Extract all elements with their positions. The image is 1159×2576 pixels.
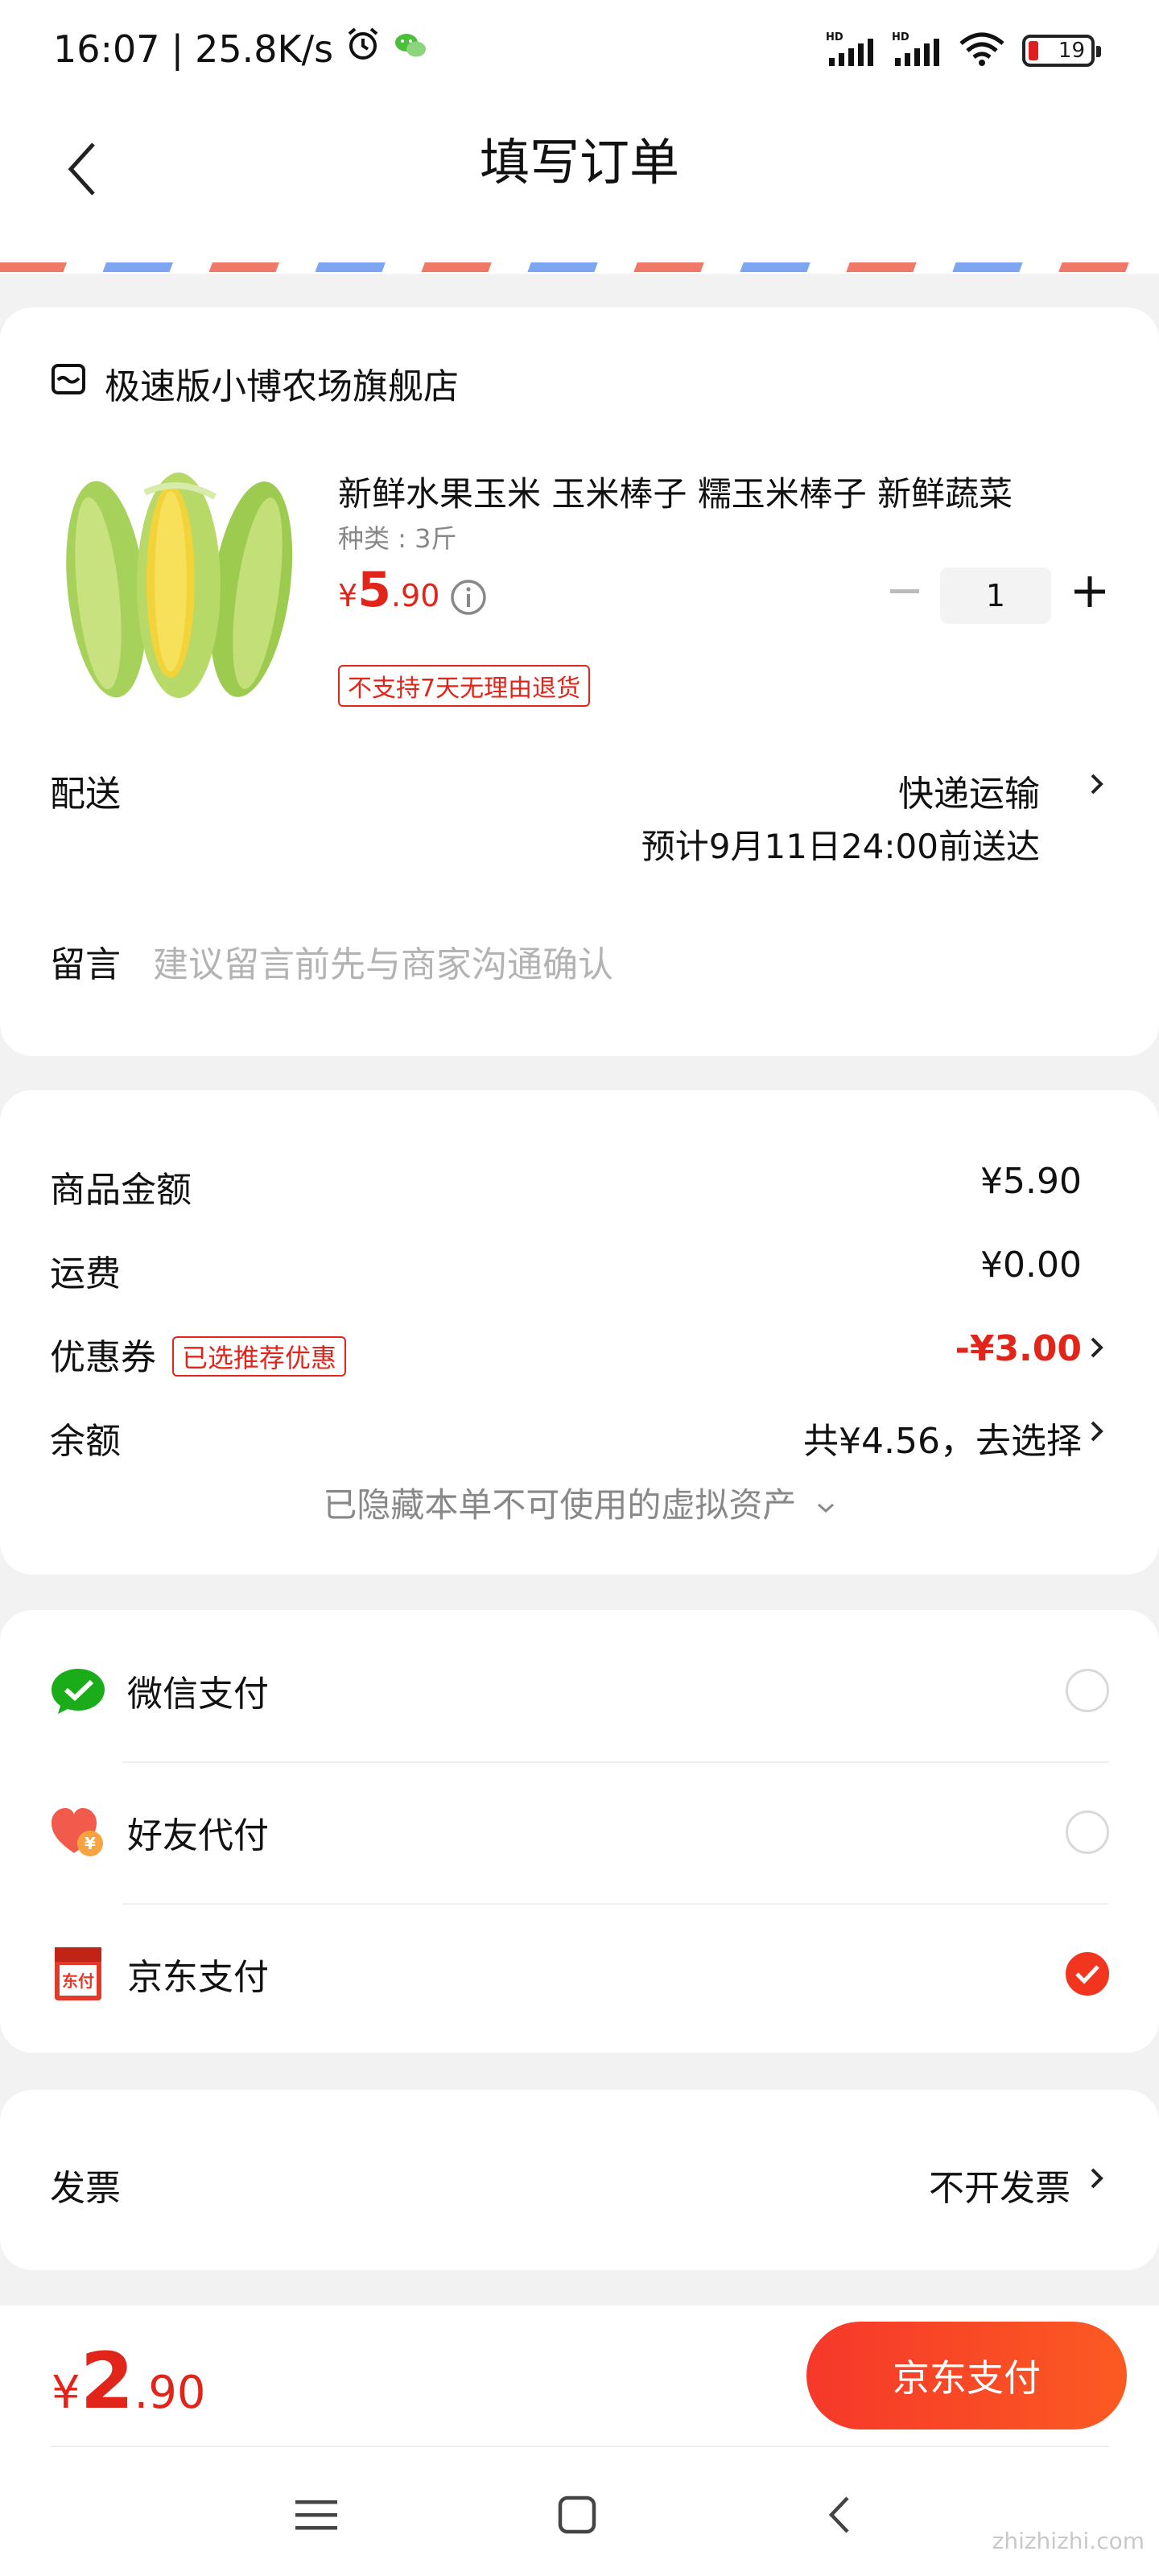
battery-level: 19 [1058,39,1085,63]
chevron-right-icon[interactable] [1085,1415,1109,1447]
status-bar: 16:07 | 25.8K/s HD HD 19 [0,0,1159,105]
checkout-bar: ¥ 2 .90 京东支付 [0,2306,1159,2576]
coupon-label: 优惠券 [50,1337,156,1378]
chevron-right-icon[interactable] [1085,1331,1109,1364]
nav-bar: 填写订单 [0,105,1159,233]
menu-icon[interactable] [280,2483,353,2547]
payment-option-wechat[interactable]: 微信支付 [50,1620,1109,1761]
payment-label: 好友代付 [127,1815,269,1856]
delivery-eta: 预计9月11日24:00前送达 [641,827,1040,866]
watermark: zhizhizhi.com [992,2528,1145,2554]
shipping-label: 运费 [50,1253,121,1294]
message-input[interactable]: 建议留言前先与商家沟通确认 [153,935,613,987]
balance-value[interactable]: 共¥4.56，去选择 [803,1412,1082,1463]
delivery-method[interactable]: 快递运输 [898,765,1040,816]
price-summary-card: 商品金额 ¥5.90 运费 ¥0.00 优惠券 已选推荐优惠 -¥3.00 余额 … [0,1090,1159,1575]
status-time: 16:07 [53,27,160,71]
chevron-right-icon[interactable] [1085,2162,1109,2194]
wifi-icon [958,31,1006,71]
submit-pay-button[interactable]: 京东支付 [806,2322,1127,2429]
status-separator: | [171,27,184,71]
shipping-value: ¥0.00 [980,1245,1082,1286]
return-policy-badge: 不支持7天无理由退货 [338,665,591,707]
price-currency: ¥ [338,578,358,613]
shop-name: 极速版小博农场旗舰店 [105,366,459,407]
status-right: HD HD 19 [826,31,1101,71]
quantity-input[interactable]: 1 [940,568,1051,624]
jd-pay-icon: 东付 [50,1946,106,2002]
total-currency: ¥ [52,2367,80,2419]
friend-pay-icon: ¥ [50,1804,106,1860]
payment-method-card: 微信支付 ¥ 好友代付 东付 京东支付 [0,1610,1159,2053]
price-integer: 5 [357,562,391,618]
check-icon [1075,1965,1099,1984]
shop-header[interactable]: 极速版小博农场旗舰店 [50,357,459,409]
status-network-speed: 25.8K/s [195,27,334,71]
signal-hd-icon: HD [826,31,876,71]
svg-text:HD: HD [892,31,909,43]
store-icon [50,361,87,407]
payment-radio-unchecked[interactable] [1066,1810,1109,1854]
invoice-value[interactable]: 不开发票 [929,2159,1070,2211]
payment-radio-unchecked[interactable] [1066,1669,1109,1712]
svg-text:¥: ¥ [85,1834,96,1853]
message-label: 留言 [50,944,121,985]
payment-label: 京东支付 [127,1957,269,1998]
goods-amount-value: ¥5.90 [980,1161,1082,1202]
total-price: ¥ 2 .90 [52,2336,206,2426]
status-left: 16:07 | 25.8K/s [53,26,428,72]
invoice-card[interactable]: 发票 不开发票 [0,2090,1159,2270]
coupon-row[interactable]: 优惠券 已选推荐优惠 [50,1328,347,1380]
balance-label: 余额 [50,1421,121,1462]
signal-hd-icon: HD [892,31,942,71]
wechat-pay-icon [50,1662,106,1719]
chevron-right-icon[interactable] [1085,768,1109,800]
coupon-tag: 已选推荐优惠 [172,1336,347,1377]
product-spec: 种类 : 3斤 [338,523,457,554]
svg-text:东付: 东付 [62,1971,94,1991]
quantity-decrease-button[interactable] [881,564,929,620]
product-title[interactable]: 新鲜水果玉米 玉米棒子 糯玉米棒子 新鲜蔬菜 [338,467,1103,516]
payment-option-friend[interactable]: ¥ 好友代付 [50,1761,1109,1903]
price-info-icon[interactable] [449,578,488,620]
total-decimal: .90 [134,2367,206,2419]
payment-radio-checked[interactable] [1066,1952,1109,1996]
price-decimal: .90 [390,578,440,613]
payment-label: 微信支付 [127,1674,269,1715]
system-back-icon[interactable] [803,2483,876,2547]
address-envelope-border [0,233,1159,274]
page-title: 填写订单 [479,133,679,192]
wechat-icon [393,27,428,71]
total-integer: 2 [80,2336,134,2426]
hidden-assets-text: 已隐藏本单不可使用的虚拟资产 [323,1485,797,1525]
goods-amount-label: 商品金额 [50,1170,192,1211]
product-image[interactable] [50,460,307,710]
airmail-stripe [0,262,1159,272]
home-icon[interactable] [541,2483,613,2547]
alarm-icon [344,26,382,72]
payment-option-jd[interactable]: 东付 京东支付 [50,1903,1109,2045]
quantity-increase-button[interactable] [1064,564,1116,620]
hidden-assets-toggle[interactable]: 已隐藏本单不可使用的虚拟资产 [0,1478,1159,1527]
chevron-down-icon [817,1503,834,1513]
coupon-value[interactable]: -¥3.00 [955,1328,1082,1369]
divider [50,2446,1109,2447]
invoice-label: 发票 [50,2168,121,2209]
order-item-card: 极速版小博农场旗舰店 新鲜水果玉米 玉米棒子 糯玉米棒子 新鲜蔬菜 种类 : 3… [0,308,1159,1056]
svg-text:HD: HD [826,31,843,43]
delivery-label: 配送 [50,774,121,815]
battery-icon: 19 [1022,35,1101,67]
product-price: ¥ 5 .90 [338,562,439,618]
